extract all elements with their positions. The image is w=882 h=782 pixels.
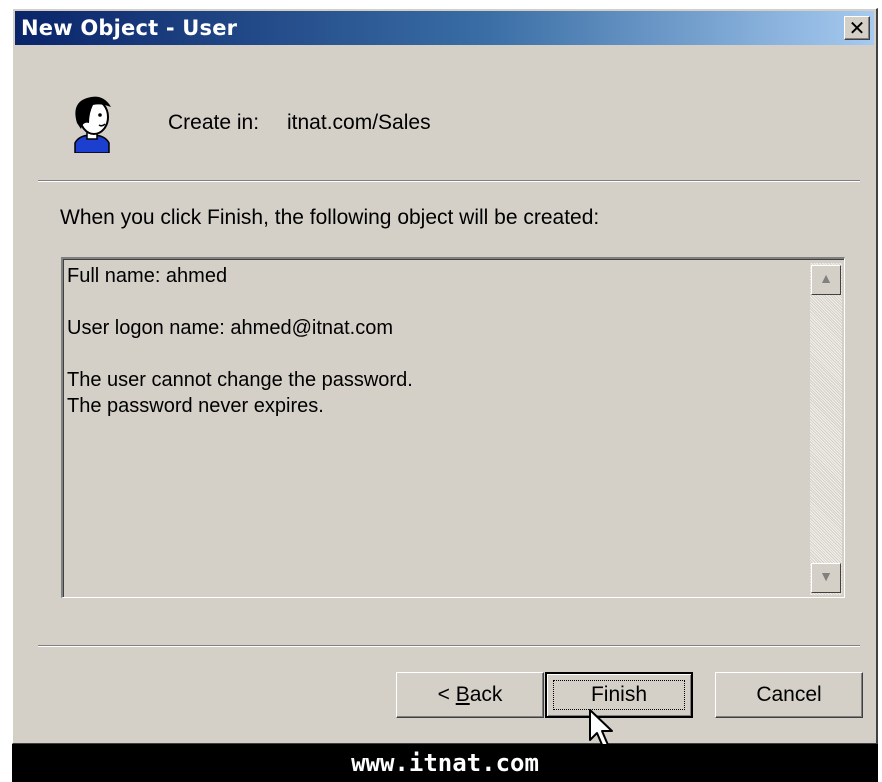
summary-text: Full name: ahmed User logon name: ahmed@…: [67, 263, 808, 419]
intro-text: When you click Finish, the following obj…: [60, 206, 600, 229]
finish-button[interactable]: Finish: [545, 672, 693, 718]
cancel-button[interactable]: Cancel: [715, 672, 863, 718]
window-title: New Object - User: [21, 16, 238, 40]
back-button[interactable]: < Back: [396, 672, 544, 718]
arrow-up-icon: ▲: [819, 270, 833, 286]
summary-line: [67, 289, 808, 315]
vertical-scrollbar[interactable]: ▲ ▼: [810, 263, 842, 595]
close-button[interactable]: ✕: [844, 16, 870, 40]
back-prefix: <: [437, 683, 456, 706]
summary-line: The user cannot change the password.: [67, 369, 413, 391]
summary-line: Full name: ahmed: [67, 265, 228, 287]
create-in-label: Create in:: [168, 111, 260, 134]
cancel-label: Cancel: [756, 683, 822, 706]
create-in-value: itnat.com/Sales: [287, 111, 431, 134]
arrow-down-icon: ▼: [819, 568, 833, 584]
title-bar[interactable]: New Object - User ✕: [15, 11, 874, 45]
new-object-user-dialog: New Object - User ✕ Create in: itnat.com…: [12, 8, 878, 744]
summary-line: User logon name: ahmed@itnat.com: [67, 317, 394, 339]
scroll-up-button[interactable]: ▲: [811, 265, 841, 295]
summary-line: The password never expires.: [67, 395, 324, 417]
watermark-banner: www.itnat.com: [12, 744, 878, 782]
bottom-separator: [38, 645, 860, 647]
back-label: ack: [469, 683, 503, 706]
summary-textbox[interactable]: Full name: ahmed User logon name: ahmed@…: [61, 257, 845, 598]
summary-line: [67, 341, 808, 367]
scroll-down-button[interactable]: ▼: [811, 563, 841, 593]
top-separator: [38, 180, 860, 182]
user-icon: [74, 96, 111, 153]
close-icon: ✕: [848, 16, 866, 40]
focus-rectangle: [553, 680, 685, 710]
back-mnemonic: B: [455, 683, 470, 706]
